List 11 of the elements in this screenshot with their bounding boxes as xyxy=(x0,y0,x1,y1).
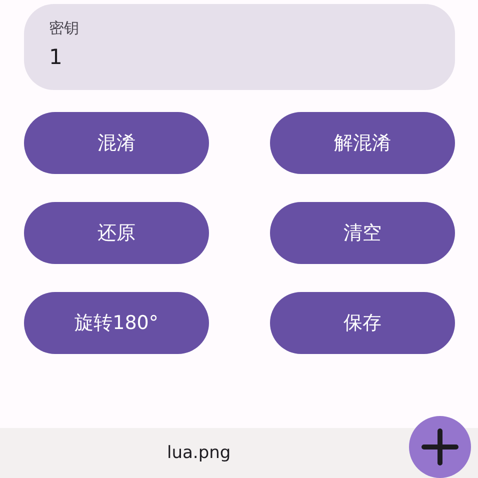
file-name: lua.png xyxy=(167,443,231,463)
action-button[interactable]: 清空 xyxy=(270,202,455,264)
key-input-field[interactable]: 密钥 1 xyxy=(24,4,455,90)
action-button[interactable]: 混淆 xyxy=(24,112,209,174)
field-value: 1 xyxy=(49,44,62,70)
field-label: 密钥 xyxy=(49,18,80,38)
action-button[interactable]: 保存 xyxy=(270,292,455,354)
action-button[interactable]: 旋转180° xyxy=(24,292,209,354)
action-button[interactable]: 解混淆 xyxy=(270,112,455,174)
plus-icon xyxy=(421,428,459,466)
action-button[interactable]: 还原 xyxy=(24,202,209,264)
